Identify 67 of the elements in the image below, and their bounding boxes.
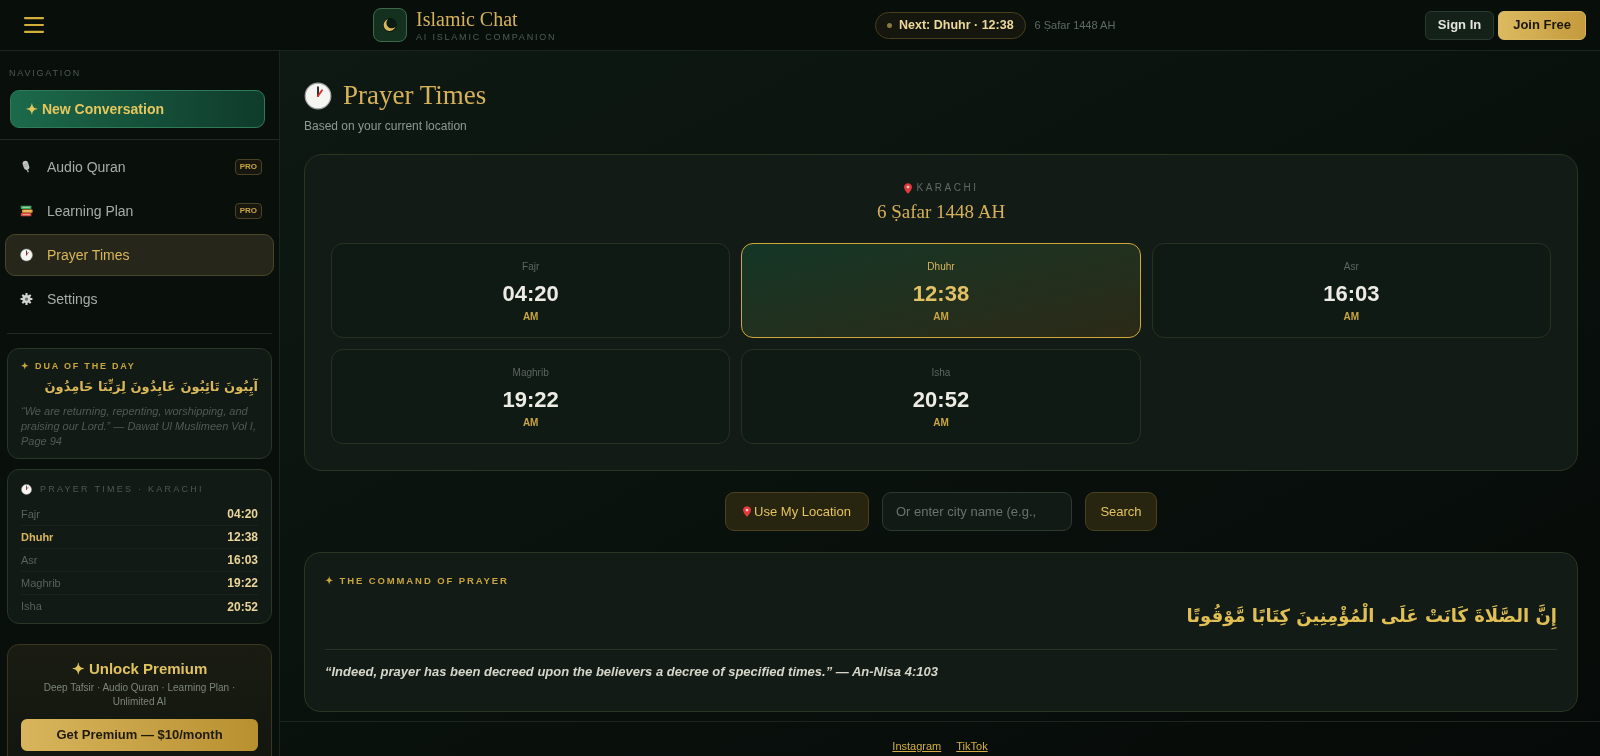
brand-tagline: AI ISLAMIC COMPANION [416, 31, 557, 43]
prayer-name: Fajr [21, 506, 40, 522]
prayer-time: 20:52 [227, 598, 258, 616]
prayer-time: 12:38 [912, 281, 970, 307]
gear-icon [20, 292, 33, 306]
prayer-name: Fajr [522, 261, 540, 273]
footer-link[interactable]: Instagram [892, 740, 942, 752]
prayer-period: AM [933, 311, 949, 323]
verse-arabic: إِنَّ الصَّلَاةَ كَانَتْ عَلَى الْمُؤْمِنِينَ كِتَابًا مَّوْقُوتًا [325, 602, 1557, 630]
command-title: ✦ THE COMMAND OF PRAYER [325, 575, 510, 587]
new-conversation-button[interactable]: ✦ New Conversation [10, 90, 265, 128]
dua-title: ✦ DUA OF THE DAY [21, 361, 137, 371]
prayer-time: 20:52 [912, 387, 970, 413]
get-premium-button[interactable]: Get Premium — $10/month [21, 719, 258, 751]
prayer-time: 16:03 [1323, 281, 1380, 307]
map-pin-icon [903, 182, 912, 194]
books-icon [20, 204, 33, 218]
next-prayer-text: Next: Dhuhr · 12:38 [899, 16, 1014, 34]
footer-link[interactable]: TikTok [956, 740, 988, 752]
prayer-time: 04:20 [227, 506, 258, 523]
nav-item[interactable]: Settings [5, 278, 274, 320]
prayer-time: 19:22 [227, 575, 258, 592]
prayer-period: AM [1343, 311, 1360, 323]
menu-icon[interactable] [24, 17, 44, 33]
prayer-name: Dhuhr [21, 529, 54, 545]
nav-item[interactable]: Prayer Times [5, 234, 274, 276]
map-pin-icon [743, 506, 752, 517]
prayer-name: Maghrib [512, 367, 549, 379]
pro-badge: PRO [234, 203, 262, 219]
clock-icon [21, 483, 32, 495]
city-field[interactable]: Or enter city name (e.g., [882, 492, 1072, 531]
hijri-date: 6 Ṣafar 1448 AH [1034, 17, 1116, 33]
prayer-name: Isha [21, 599, 42, 615]
join-button[interactable]: Join Free [1498, 10, 1586, 40]
pro-badge: PRO [234, 159, 262, 175]
page-title: Prayer Times [343, 82, 487, 109]
nav-item[interactable]: Audio Quran PRO [5, 146, 274, 188]
verse-translation: “Indeed, prayer has been decreed upon the believers a decree of specified times.” — An-Nisa 4:103 [325, 663, 939, 681]
clock-icon [304, 81, 332, 110]
dua-translation: “We are returning, repenting, worshipping, and praising our Lord.” — Dawat Ul Muslimeen Vol I, Page 94 [21, 404, 257, 449]
prayer-period: AM [522, 417, 539, 429]
prayer-name: Dhuhr [927, 261, 955, 273]
use-location-button[interactable]: Use My Location [725, 492, 869, 531]
prayer-time: 04:20 [502, 281, 559, 307]
prayer-period: AM [933, 417, 949, 429]
dua-arabic: آيِبُونَ تَائِبُونَ عَابِدُونَ لِرَبِّنَا حَامِدُونَ [43, 377, 258, 397]
prayer-time: 19:22 [502, 387, 559, 413]
prayer-time: 12:38 [227, 529, 258, 546]
prayer-time: 16:03 [227, 552, 258, 569]
sign-in-button[interactable]: Sign In [1424, 10, 1495, 40]
hijri-date: 6 Ṣafar 1448 AH [876, 200, 1006, 224]
prayer-name: Isha [931, 367, 951, 379]
page-subtitle: Based on your current location [304, 119, 468, 133]
location-label: KARACHI [916, 181, 979, 195]
nav-item[interactable]: Learning Plan PRO [5, 190, 274, 232]
widget-title: PRAYER TIMES · KARACHI [40, 483, 204, 495]
premium-features: Deep Tafsir · Audio Quran · Learning Plan · Unlimited AI [42, 681, 237, 709]
search-button[interactable]: Search [1085, 492, 1157, 531]
brand-name: Islamic Chat [416, 7, 519, 30]
prayer-period: AM [522, 311, 539, 323]
prayer-name: Asr [21, 552, 38, 568]
prayer-name: Asr [1343, 261, 1359, 273]
section-label: NAVIGATION [9, 68, 83, 78]
crescent-logo-icon [373, 8, 407, 42]
clock-icon [20, 248, 33, 262]
prayer-name: Maghrib [21, 575, 61, 591]
premium-title: ✦ Unlock Premium [70, 661, 209, 677]
